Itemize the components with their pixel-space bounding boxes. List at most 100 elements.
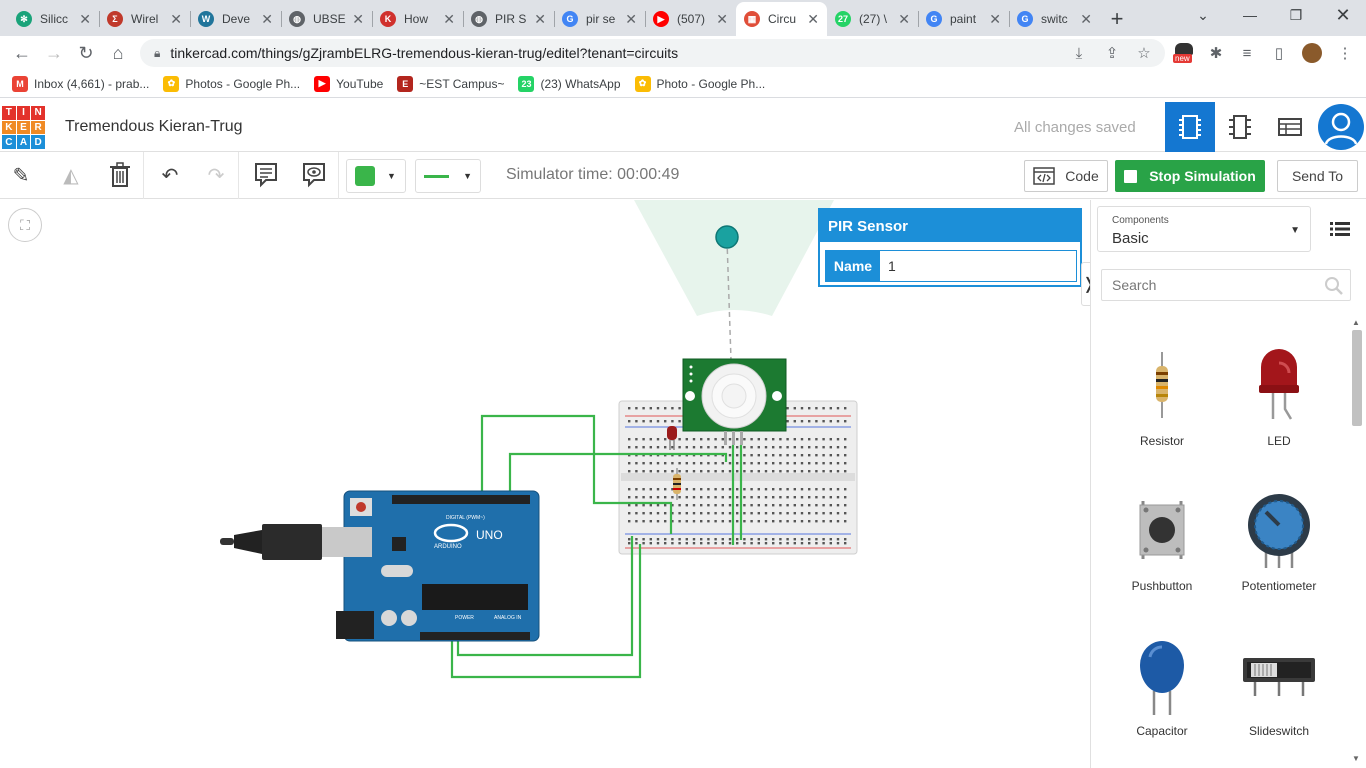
components-search-input[interactable]: Search — [1101, 269, 1351, 301]
schematic-view-icon — [1229, 115, 1251, 139]
browser-tab[interactable]: ◍ UBSE ✕ — [281, 2, 372, 36]
new-tab-button[interactable]: + — [1100, 2, 1134, 36]
delete-icon[interactable] — [105, 160, 135, 190]
name-input[interactable]: 1 — [880, 251, 1076, 281]
tab-close-icon[interactable]: ✕ — [716, 11, 728, 28]
browser-tab[interactable]: Σ Wirel ✕ — [99, 2, 190, 36]
mirror-icon[interactable]: ◭ — [56, 160, 86, 190]
notes-icon[interactable] — [251, 160, 281, 190]
browser-tab-strip: ✻ Silicc ✕ Σ Wirel ✕ W Deve ✕ ◍ UBSE ✕ K How ✕ ◍ PIR S ✕ G… — [0, 0, 1366, 36]
bookmark-favicon-icon: ✿ — [634, 75, 651, 92]
logo-letter: D — [31, 135, 45, 149]
reload-icon[interactable]: ↻ — [70, 37, 102, 69]
bookmark-item[interactable]: ▶ YouTube — [314, 75, 384, 92]
board-analog-label: ANALOG IN — [494, 615, 522, 621]
bookmark-item[interactable]: M Inbox (4,661) - prab... — [12, 75, 149, 92]
component-led[interactable]: LED — [1224, 340, 1334, 448]
tab-close-icon[interactable]: ✕ — [443, 11, 455, 28]
board-digital-label: DIGITAL (PWM~) — [446, 515, 485, 521]
back-icon[interactable]: ← — [6, 37, 38, 69]
bookmark-item[interactable]: ✿ Photo - Google Ph... — [634, 75, 765, 92]
tab-close-icon[interactable]: ✕ — [1080, 11, 1092, 28]
component-capacitor[interactable]: Capacitor — [1107, 630, 1217, 738]
tab-close-icon[interactable]: ✕ — [352, 11, 364, 28]
bookmark-label: YouTube — [336, 76, 384, 91]
browser-tab[interactable]: 27 (27) \ ✕ — [827, 2, 918, 36]
bookmark-item[interactable]: E ~EST Campus~ — [397, 75, 504, 92]
home-icon[interactable]: ⌂ — [102, 37, 134, 69]
scrollbar-thumb[interactable] — [1352, 330, 1362, 426]
tab-close-icon[interactable]: ✕ — [79, 11, 91, 28]
bookmark-item[interactable]: ✿ Photos - Google Ph... — [163, 75, 301, 92]
component-resistor[interactable]: Resistor — [1107, 340, 1217, 448]
browser-tab[interactable]: Gpir se ✕ — [554, 2, 645, 36]
tab-close-icon[interactable]: ✕ — [898, 11, 910, 28]
tab-favicon-icon: G — [1017, 11, 1033, 27]
profile-avatar[interactable] — [1297, 36, 1327, 70]
list-view-icon[interactable] — [1325, 214, 1355, 244]
menu-kebab-icon[interactable]: ⋮ — [1330, 36, 1360, 70]
browser-tab[interactable]: ◍ PIR S ✕ — [463, 2, 554, 36]
bookmark-star-icon[interactable]: ☆ — [1129, 36, 1159, 70]
tab-close-icon[interactable]: ✕ — [625, 11, 637, 28]
tab-search-icon[interactable]: ⌄ — [1180, 0, 1226, 30]
code-button-label: Code — [1065, 168, 1099, 184]
component-label: Potentiometer — [1241, 579, 1317, 593]
wire-type-dropdown[interactable]: ▼ — [415, 159, 481, 193]
component-potentiometer[interactable]: Potentiometer — [1224, 485, 1334, 593]
url-text: tinkercad.com/things/gZjrambELRG-tremend… — [170, 45, 679, 61]
wire-tool-icon[interactable]: ✎ — [6, 160, 36, 190]
side-panel-icon[interactable]: ▯ — [1264, 36, 1294, 70]
tinkercad-logo[interactable]: TIN KER CAD — [2, 106, 45, 149]
component-pushbutton[interactable]: Pushbutton — [1107, 485, 1217, 593]
tab-close-icon[interactable]: ✕ — [807, 11, 819, 28]
extension-new-icon[interactable]: new — [1169, 36, 1199, 70]
browser-tab[interactable]: ▶ (507) ✕ — [645, 2, 736, 36]
browser-tab[interactable]: Gswitc ✕ — [1009, 2, 1100, 36]
code-button[interactable]: Code — [1024, 160, 1108, 192]
bookmark-item[interactable]: 23 (23) WhatsApp — [518, 75, 621, 92]
minimize-button[interactable]: — — [1227, 0, 1273, 30]
name-label: Name — [826, 251, 880, 281]
schematic-view-button[interactable] — [1215, 102, 1265, 152]
bom-list-view-button[interactable] — [1265, 102, 1315, 152]
undo-icon[interactable]: ↶ — [155, 160, 185, 190]
resistor-icon — [1156, 352, 1168, 418]
send-to-button[interactable]: Send To — [1277, 160, 1358, 192]
stop-simulation-button[interactable]: Stop Simulation — [1115, 160, 1265, 192]
media-icon[interactable]: ≡ — [1232, 36, 1262, 70]
components-category-dropdown[interactable]: Components Basic ▼ — [1097, 206, 1311, 252]
tab-close-icon[interactable]: ✕ — [261, 11, 273, 28]
arduino-uno: UNO ARDUINO DIGITAL (PWM~) POWER ANALOG … — [220, 490, 540, 642]
redo-icon[interactable]: ↷ — [201, 160, 231, 190]
tab-close-icon[interactable]: ✕ — [989, 11, 1001, 28]
browser-tab[interactable]: ▦ Circu ✕ — [736, 2, 827, 36]
browser-tab[interactable]: Gpaint ✕ — [918, 2, 1009, 36]
restore-button[interactable]: ❐ — [1273, 0, 1319, 30]
circuit-view-button[interactable] — [1165, 102, 1215, 152]
share-icon[interactable]: ⇪ — [1097, 36, 1127, 70]
color-dropdown[interactable]: ▼ — [346, 159, 406, 193]
extensions-puzzle-icon[interactable]: ✱ — [1201, 36, 1231, 70]
tinkercad-header: TIN KER CAD Tremendous Kieran-Trug All cha… — [0, 102, 1366, 152]
circuit-canvas[interactable]: ⛶ UNO ARDUINO DIGITAL (PWM~) POWER ANALO… — [0, 200, 1090, 768]
simulator-time: Simulator time: 00:00:49 — [506, 166, 680, 183]
board-model-label: UNO — [476, 528, 503, 542]
user-avatar[interactable] — [1318, 104, 1364, 150]
install-icon[interactable]: ⤓ — [1064, 36, 1094, 70]
browser-tab[interactable]: K How ✕ — [372, 2, 463, 36]
tab-close-icon[interactable]: ✕ — [170, 11, 182, 28]
project-title[interactable]: Tremendous Kieran-Trug — [65, 118, 243, 136]
tab-close-icon[interactable]: ✕ — [534, 11, 546, 28]
browser-tab[interactable]: ✻ Silicc ✕ — [8, 2, 99, 36]
close-window-button[interactable]: ✕ — [1320, 0, 1366, 30]
bookmark-label: Photos - Google Ph... — [185, 76, 301, 91]
capacitor-icon — [1140, 641, 1184, 715]
notes-visibility-icon[interactable] — [299, 160, 329, 190]
forward-icon[interactable]: → — [38, 37, 70, 69]
tab-favicon-icon: G — [926, 11, 942, 27]
component-slideswitch[interactable]: Slideswitch — [1224, 630, 1334, 738]
address-bar[interactable]: 🔒︎ tinkercad.com/things/gZjrambELRG-trem… — [140, 39, 1165, 67]
browser-tab[interactable]: W Deve ✕ — [190, 2, 281, 36]
tab-favicon-icon: G — [562, 11, 578, 27]
